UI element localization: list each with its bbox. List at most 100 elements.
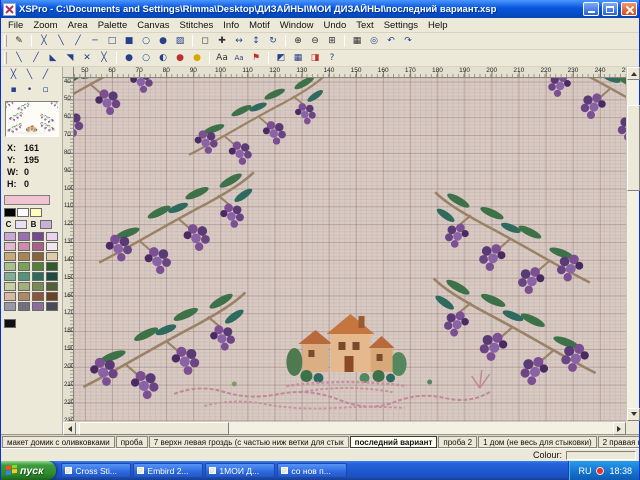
palette-colour-swatch[interactable] (4, 302, 16, 311)
toolbar-grip[interactable] (4, 52, 7, 64)
tray-app-icon[interactable] (596, 467, 604, 475)
rect-outline-tool[interactable]: □ (104, 34, 120, 49)
menu-zoom[interactable]: Zoom (28, 19, 62, 32)
maximize-button[interactable] (602, 2, 618, 16)
zoom-out-tool[interactable]: ⊖ (307, 34, 323, 49)
horizontal-scrollbar[interactable] (63, 421, 626, 434)
palette-colour-swatch[interactable] (18, 292, 30, 301)
palette-colour-swatch[interactable] (32, 232, 44, 241)
palette-colour-swatch[interactable] (46, 242, 58, 251)
half-stitch-tool[interactable]: ╲ (53, 34, 69, 49)
palette-colour-swatch[interactable] (32, 272, 44, 281)
palette-swap-tool[interactable]: ◨ (307, 51, 323, 66)
menu-motif[interactable]: Motif (244, 19, 275, 32)
zoom-in-tool[interactable]: ⊕ (290, 34, 306, 49)
side-quarter-stitch[interactable]: ╱ (38, 68, 54, 83)
menu-stitches[interactable]: Stitches (174, 19, 218, 32)
diagonal-grid-tool[interactable]: ◩ (273, 51, 289, 66)
quick-colour-swatch[interactable] (4, 208, 16, 217)
palette-colour-swatch[interactable] (46, 232, 58, 241)
pattern-tab[interactable]: 7 верхн левая гроздь (с частью ниж ветки… (149, 436, 349, 448)
palette-colour-swatch[interactable] (4, 232, 16, 241)
fill-tool[interactable]: ▨ (172, 34, 188, 49)
pattern-tab[interactable]: 2 правая ниж гр (598, 436, 639, 448)
pattern-tab[interactable]: макет домик с оливковками (2, 436, 115, 448)
side-bead[interactable]: ▫ (38, 83, 54, 98)
quick-colour-swatch[interactable] (17, 208, 29, 217)
three-quarter-stitch-tool[interactable]: ◥ (62, 51, 78, 66)
palette-colour-swatch[interactable] (4, 282, 16, 291)
full-stitch-tool[interactable]: ╳ (36, 34, 52, 49)
stitch-canvas[interactable] (74, 78, 626, 421)
pattern-tab[interactable]: 1 дом (не весь для стыковки) (478, 436, 597, 448)
quarter-stitch-tool[interactable]: ◣ (45, 51, 61, 66)
pattern-tab[interactable]: последний вариант (350, 436, 438, 448)
taskbar-task-button[interactable]: 1МОИ Д... (205, 463, 275, 478)
scroll-right-button[interactable] (613, 422, 626, 435)
scroll-down-button[interactable] (627, 408, 640, 421)
pattern-tab[interactable]: проба (116, 436, 148, 448)
back-stitch-tool[interactable]: ╱ (70, 34, 86, 49)
center-view-tool[interactable]: ◎ (366, 34, 382, 49)
horizontal-scroll-thumb[interactable] (79, 422, 229, 435)
palette-colour-swatch[interactable] (18, 262, 30, 271)
text-tool[interactable]: Aa (214, 51, 230, 66)
palette-colour-swatch[interactable] (18, 282, 30, 291)
menu-palette[interactable]: Palette (93, 19, 133, 32)
menu-file[interactable]: File (3, 19, 28, 32)
ellipse-filled-tool[interactable]: ● (155, 34, 171, 49)
palette-footer-swatch[interactable] (4, 319, 16, 328)
palette-colour-swatch[interactable] (4, 292, 16, 301)
french-knot-tool[interactable]: ● (121, 51, 137, 66)
menu-text[interactable]: Text (351, 19, 378, 32)
vertical-scroll-thumb[interactable] (627, 105, 640, 191)
special-stitch-tool[interactable]: ◐ (155, 51, 171, 66)
palette-colour-swatch[interactable] (46, 282, 58, 291)
grid-toggle[interactable]: ▦ (349, 34, 365, 49)
pencil-tool[interactable]: ✎ (11, 34, 27, 49)
half-bottom-stitch-tool[interactable]: ╱ (28, 51, 44, 66)
rect-filled-tool[interactable]: ■ (121, 34, 137, 49)
palette-label-swatch[interactable] (15, 220, 27, 229)
side-petite-stitch[interactable]: ▪ (6, 83, 22, 98)
mirror-vertical-tool[interactable]: ↕ (248, 34, 264, 49)
palette-label-swatch[interactable] (40, 220, 52, 229)
rotate-tool[interactable]: ↻ (265, 34, 281, 49)
mirror-horizontal-tool[interactable]: ↔ (231, 34, 247, 49)
flag-motif-tool[interactable]: ⚑ (248, 51, 264, 66)
current-colour-swatch[interactable] (4, 195, 50, 205)
select-tool[interactable]: ◻ (197, 34, 213, 49)
palette-colour-swatch[interactable] (32, 302, 44, 311)
menu-undo[interactable]: Undo (319, 19, 352, 32)
menu-area[interactable]: Area (63, 19, 93, 32)
menu-help[interactable]: Help (423, 19, 453, 32)
palette-colour-swatch[interactable] (18, 242, 30, 251)
palette-colour-swatch[interactable] (18, 272, 30, 281)
taskbar-task-button[interactable]: Embird 2... (133, 463, 203, 478)
menu-info[interactable]: Info (218, 19, 244, 32)
palette-colour-swatch[interactable] (32, 292, 44, 301)
half-top-stitch-tool[interactable]: ╲ (11, 51, 27, 66)
redo-button[interactable]: ↷ (400, 34, 416, 49)
clock[interactable]: 18:38 (609, 466, 632, 476)
petite-stitch-tool[interactable]: ✕ (79, 51, 95, 66)
palette-colour-swatch[interactable] (32, 252, 44, 261)
zoom-fit-tool[interactable]: ⊞ (324, 34, 340, 49)
palette-colour-swatch[interactable] (18, 252, 30, 261)
text-small-tool[interactable]: Aa (231, 51, 247, 66)
menu-settings[interactable]: Settings (379, 19, 423, 32)
palette-colour-swatch[interactable] (18, 302, 30, 311)
bead-tool[interactable]: ○ (138, 51, 154, 66)
toolbar-grip[interactable] (4, 35, 7, 47)
quick-colour-swatch[interactable] (30, 208, 42, 217)
palette-colour-swatch[interactable] (46, 252, 58, 261)
taskbar-task-button[interactable]: Cross Sti... (61, 463, 131, 478)
pattern-tab[interactable]: проба 2 (438, 436, 477, 448)
red-colour-tool[interactable]: ● (172, 51, 188, 66)
help-tool[interactable]: ? (324, 51, 340, 66)
start-button[interactable]: пуск (1, 461, 56, 480)
palette-colour-swatch[interactable] (32, 262, 44, 271)
palette-colour-swatch[interactable] (46, 302, 58, 311)
menu-window[interactable]: Window (275, 19, 319, 32)
palette-colour-swatch[interactable] (46, 262, 58, 271)
